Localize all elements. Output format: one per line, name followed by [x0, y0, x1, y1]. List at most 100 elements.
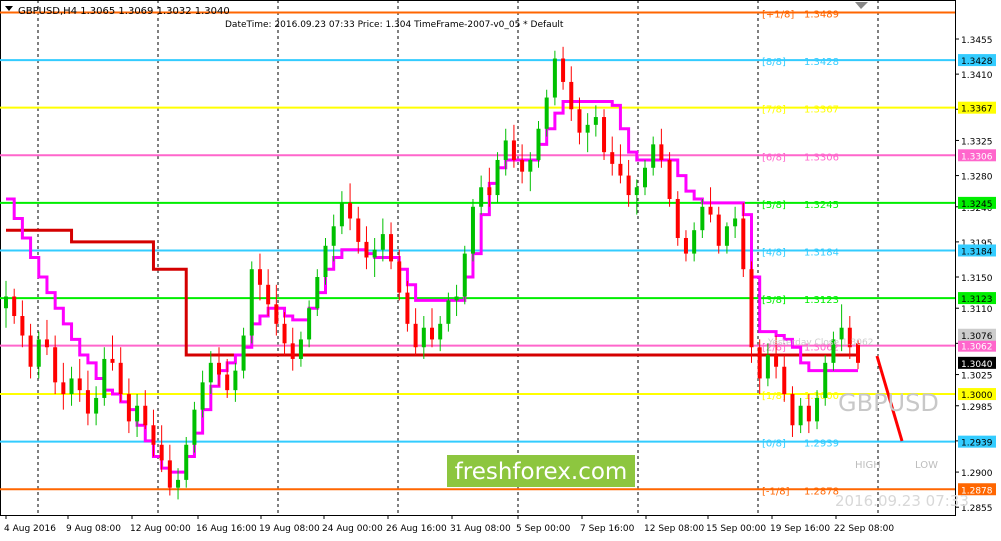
x-tick-label: 16 Aug 16:00	[196, 524, 257, 534]
murrey-label: [0/8]	[762, 439, 786, 450]
price-badge-label: 1.3040	[961, 360, 993, 370]
price-badge-label: 1.3367	[961, 105, 993, 115]
candle-body	[323, 245, 328, 278]
high-label: HIGH	[855, 460, 881, 471]
candle-body	[495, 159, 500, 196]
candle-body	[577, 109, 582, 133]
candle-body	[135, 405, 140, 422]
candle-body	[151, 425, 156, 445]
candle-body	[790, 394, 795, 426]
candle-body	[102, 358, 107, 398]
candle-body	[380, 234, 385, 250]
y-tick-label: 1.3325	[961, 137, 993, 147]
candle-body	[159, 444, 164, 461]
candle-body	[192, 409, 197, 445]
candle-body	[274, 304, 279, 324]
candle-body	[389, 234, 394, 262]
candle-body	[757, 347, 762, 379]
candle-body	[176, 479, 181, 488]
price-badge-label: 1.3184	[961, 247, 993, 257]
y-tick-label: 1.3410	[961, 71, 993, 81]
candle-body	[675, 198, 680, 238]
candle-body	[430, 327, 434, 340]
price-badge-label: 1.3306	[961, 152, 993, 162]
price-badge-label: 1.2939	[961, 439, 993, 449]
candle-body	[208, 362, 213, 383]
candle-body	[798, 405, 803, 426]
candle-body	[266, 284, 271, 305]
candle-body	[241, 335, 246, 371]
candle-body	[143, 405, 148, 426]
murrey-label: [-1/8]	[762, 486, 790, 497]
candle-body	[4, 296, 8, 309]
candle-body	[315, 277, 320, 309]
candle-body	[511, 140, 516, 160]
candle-body	[331, 226, 336, 246]
candle-body	[298, 339, 303, 359]
x-tick-label: 12 Aug 00:00	[130, 524, 191, 534]
candle-body	[44, 339, 49, 348]
low-label: LOW	[915, 460, 938, 471]
candle-body	[708, 206, 713, 215]
y-tick-label: 1.3455	[961, 36, 993, 46]
x-tick-label: 12 Sep 08:00	[644, 524, 704, 534]
candle-body	[716, 214, 721, 246]
candle-body	[126, 394, 131, 422]
candle-body	[12, 296, 17, 317]
x-tick-label: 15 Sep 00:00	[706, 524, 766, 534]
candle-body	[602, 117, 607, 153]
symbol-ohlc-line: GBPUSD,H4 1.3065 1.3069 1.3032 1.3040	[18, 6, 230, 17]
x-tick-label: 22 Sep 08:00	[834, 524, 894, 534]
candle-body	[462, 253, 467, 297]
brand-text: freshforex.com	[455, 459, 628, 485]
y-tick-label: 1.3110	[961, 305, 993, 315]
candle-body	[397, 261, 402, 293]
x-tick-label: 19 Sep 16:00	[770, 524, 830, 534]
info-line: DateTime: 2016.09.23 07:33 Price: 1.304 …	[225, 20, 564, 30]
y-tick-label: 1.3280	[961, 173, 993, 183]
murrey-label: [8/8]	[762, 57, 786, 68]
candle-body	[454, 296, 459, 301]
x-tick-label: 26 Aug 16:00	[386, 524, 447, 534]
y-tick-label: 1.3150	[961, 274, 993, 284]
candle-body	[634, 187, 639, 196]
murrey-value: 1.2939	[804, 439, 839, 450]
candle-body	[561, 58, 566, 82]
candle-body	[544, 97, 549, 129]
candle-body	[503, 140, 508, 160]
candle-body	[405, 292, 410, 324]
candle-body	[700, 206, 705, 231]
murrey-label: [+1/8]	[762, 9, 794, 20]
price-axis[interactable]: 1.34551.34101.33651.33251.32801.32401.31…	[955, 36, 996, 514]
price-badge-label: 1.3123	[961, 295, 993, 305]
candle-body	[53, 347, 58, 383]
watermark-symbol: GBPUSD	[838, 389, 939, 417]
candle-body	[470, 206, 475, 254]
price-chart[interactable]: [+1/8] 1.3489 [8/8] 1.3428 [7/8] 1.3367 [6/8] 1…	[0, 0, 1001, 541]
murrey-label: [6/8]	[762, 152, 786, 163]
candle-body	[528, 159, 533, 172]
candle-body	[651, 144, 656, 168]
candle-body	[118, 362, 123, 395]
murrey-value: 1.3123	[804, 295, 839, 306]
murrey-label: [3/8]	[762, 295, 786, 306]
candle-body	[643, 167, 647, 188]
candle-body	[733, 218, 738, 227]
time-axis[interactable]: 4 Aug 2016 9 Aug 08:00 12 Aug 00:00 16 Aug …	[4, 515, 894, 534]
candle-body	[765, 355, 770, 379]
candle-body	[184, 444, 189, 480]
candle-body	[307, 308, 312, 340]
candle-body	[659, 144, 664, 160]
yesterday-close-label: Yesterday Close 1.3062	[767, 338, 873, 348]
murrey-value: 1.3367	[804, 105, 839, 116]
candle-body	[69, 378, 74, 395]
price-badge-label: 1.3245	[961, 200, 993, 210]
candle-body	[282, 323, 287, 344]
x-tick-label: 5 Sep 00:00	[516, 524, 571, 534]
candle-body	[372, 249, 377, 258]
candle-body	[421, 327, 426, 348]
candle-body	[569, 81, 574, 110]
y-tick-label: 1.2900	[961, 469, 993, 479]
candle-body	[61, 382, 66, 395]
candle-body	[724, 226, 729, 246]
